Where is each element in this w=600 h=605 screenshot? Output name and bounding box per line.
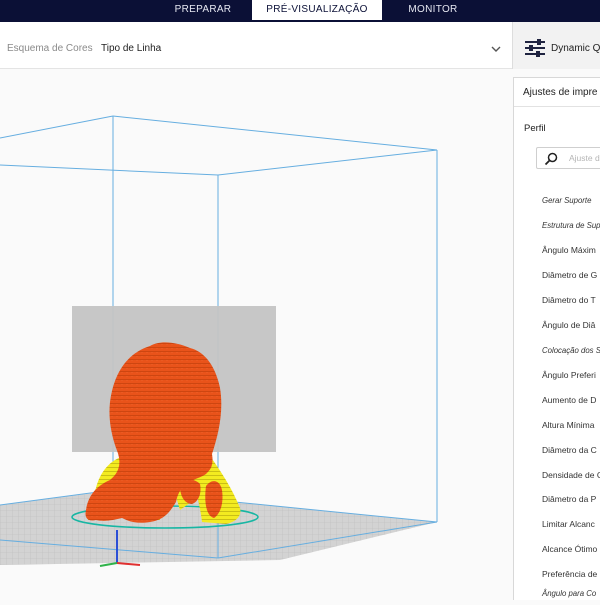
setting-diametro-tronco[interactable]: Diâmetro do T <box>542 295 596 305</box>
setting-diametro-ponta[interactable]: Diâmetro da P <box>542 494 596 504</box>
panel-title: Ajustes de impre <box>523 87 598 98</box>
tab-pre-visualizacao[interactable]: PRÉ-VISUALIZAÇÃO <box>252 0 382 20</box>
3d-viewport[interactable] <box>0 70 506 600</box>
panel-divider <box>514 106 600 107</box>
setting-colocacao-suportes[interactable]: Colocação dos S <box>542 346 600 355</box>
search-icon <box>544 152 558 166</box>
setting-diametro-galho[interactable]: Diâmetro de G <box>542 270 597 280</box>
profile-name: Dynamic Q <box>551 43 600 54</box>
setting-diametro-copa[interactable]: Diâmetro da C <box>542 445 597 455</box>
color-scheme-bar[interactable]: Esquema de Cores Tipo de Linha <box>0 22 512 69</box>
search-placeholder: Ajuste d <box>569 153 600 163</box>
setting-angulo-para-co[interactable]: Ângulo para Co <box>542 589 596 598</box>
setting-angulo-maximo[interactable]: Ângulo Máxim <box>542 245 596 255</box>
build-volume-scene[interactable] <box>0 70 506 600</box>
color-scheme-select[interactable]: Tipo de Linha <box>101 43 161 54</box>
tab-monitor[interactable]: MONITOR <box>398 0 468 20</box>
tab-preparar[interactable]: PREPARAR <box>170 0 236 20</box>
chevron-down-icon[interactable] <box>489 42 503 56</box>
profile-label: Perfil <box>524 123 546 134</box>
sliders-icon <box>525 39 545 57</box>
setting-preferencia[interactable]: Preferência de <box>542 569 597 579</box>
setting-angulo-preferido[interactable]: Ângulo Preferi <box>542 370 596 380</box>
print-settings-button[interactable]: Dynamic Q <box>512 22 600 69</box>
color-scheme-label: Esquema de Cores <box>7 43 93 54</box>
setting-altura-minima[interactable]: Altura Mínima <box>542 420 594 430</box>
settings-search-input[interactable]: Ajuste d <box>536 147 600 169</box>
setting-angulo-diametro[interactable]: Ângulo de Diâ <box>542 320 595 330</box>
stage-menu: PREPARAR PRÉ-VISUALIZAÇÃO MONITOR <box>0 0 600 22</box>
setting-densidade-copa[interactable]: Densidade de C <box>542 470 600 480</box>
setting-aumento-diametro[interactable]: Aumento de D <box>542 395 596 405</box>
setting-gerar-suporte[interactable]: Gerar Suporte <box>542 196 591 205</box>
print-settings-panel: Ajustes de impre Perfil Ajuste d Gerar S… <box>513 77 600 600</box>
setting-estrutura-suporte[interactable]: Estrutura de Sup <box>542 221 600 230</box>
setting-limitar-alcance[interactable]: Limitar Alcanc <box>542 519 595 529</box>
setting-alcance-otimo[interactable]: Alcance Ótimo <box>542 544 597 554</box>
